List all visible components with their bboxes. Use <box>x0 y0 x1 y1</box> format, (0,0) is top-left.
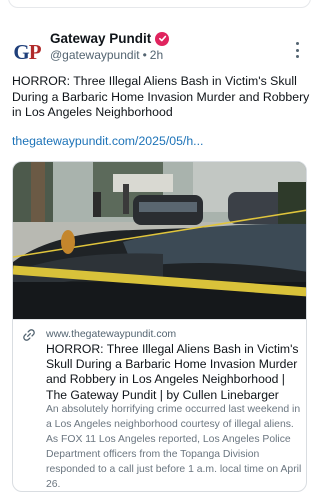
avatar-initial-p: P <box>28 39 42 64</box>
previous-post-card <box>8 0 311 8</box>
card-domain: www.thegatewaypundit.com <box>46 328 177 340</box>
avatar-initial-g: G <box>13 39 29 64</box>
post-time[interactable]: 2h <box>150 48 163 62</box>
card-meta-divider <box>13 319 306 320</box>
avatar[interactable]: GP <box>11 36 43 68</box>
card-image[interactable] <box>13 162 306 319</box>
post-text: HORROR: Three Illegal Aliens Bash in Vic… <box>12 74 310 119</box>
card-description: An absolutely horrifying crime occurred … <box>46 404 302 490</box>
meta-separator: • <box>142 48 147 62</box>
more-options-icon[interactable] <box>290 40 304 60</box>
author-display-name[interactable]: Gateway Pundit <box>50 31 151 46</box>
link-icon <box>22 328 36 347</box>
verified-badge-icon <box>155 31 170 46</box>
author-handle[interactable]: @gatewaypundit <box>50 48 140 62</box>
author-name-row: Gateway Pundit <box>50 31 170 46</box>
post[interactable]: GP Gateway Pundit @gatewaypundit • 2h HO… <box>0 22 319 500</box>
link-preview-card[interactable]: www.thegatewaypundit.com HORROR: Three I… <box>12 161 307 492</box>
card-title[interactable]: HORROR: Three Illegal Aliens Bash in Vic… <box>46 342 304 403</box>
author-handle-row: @gatewaypundit • 2h <box>50 48 163 62</box>
post-link[interactable]: thegatewaypundit.com/2025/05/h... <box>12 134 203 148</box>
